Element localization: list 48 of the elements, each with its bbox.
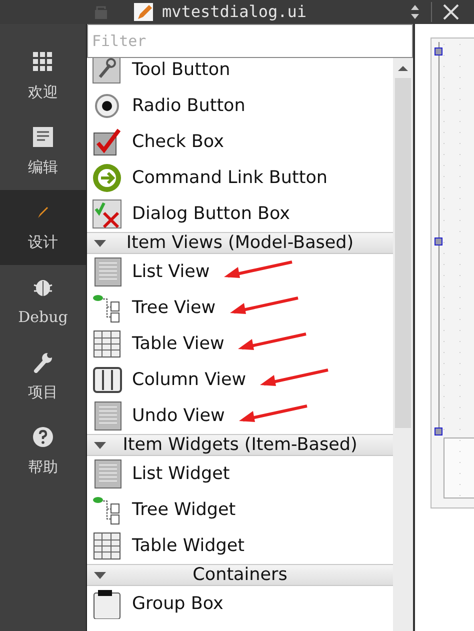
pencil-icon	[134, 2, 154, 22]
collapse-arrow-icon[interactable]	[93, 571, 107, 581]
mode-button[interactable]: 项目	[0, 340, 86, 415]
close-icon[interactable]	[442, 3, 460, 21]
widget-item[interactable]: Tool Button	[132, 58, 230, 84]
checkbox-icon	[92, 127, 122, 157]
mode-button[interactable]: 帮助	[0, 415, 86, 490]
mode-button[interactable]: 欢迎	[0, 40, 86, 115]
widget-item[interactable]: Table View	[132, 330, 224, 358]
widget-item[interactable]: List Widget	[132, 460, 230, 488]
widget-item[interactable]: List View	[132, 258, 210, 286]
list-icon	[92, 459, 122, 489]
document-icon	[32, 126, 54, 148]
radio-icon	[92, 91, 122, 121]
collapse-arrow-icon[interactable]	[93, 239, 107, 249]
list-icon	[92, 401, 122, 431]
widget-item[interactable]: Undo View	[132, 402, 225, 430]
mode-button[interactable]: Debug	[0, 265, 86, 340]
category-header[interactable]: Containers	[87, 564, 393, 586]
filter-field[interactable]: Filter	[87, 24, 413, 58]
widget-item[interactable]: Tree Widget	[132, 496, 236, 524]
widget-item[interactable]: Check Box	[132, 128, 224, 156]
sort-arrows-icon[interactable]	[409, 3, 421, 21]
widget-item[interactable]: Radio Button	[132, 92, 246, 120]
file-title: mvtestdialog.ui	[162, 1, 306, 23]
group-box-icon	[92, 589, 122, 619]
list-icon	[92, 257, 122, 287]
scrollbar[interactable]	[393, 58, 413, 631]
table-icon	[92, 329, 122, 359]
arrow-circle-icon	[92, 163, 122, 193]
mode-button[interactable]: 编辑	[0, 115, 86, 190]
tree-icon	[92, 495, 122, 525]
category-header[interactable]: Item Widgets (Item-Based)	[87, 434, 393, 456]
table-icon	[92, 531, 122, 561]
widget-item[interactable]: Tree View	[132, 294, 216, 322]
widget-item[interactable]: Group Box	[132, 590, 224, 618]
mode-button[interactable]: 设计	[0, 190, 86, 265]
tree-icon	[92, 293, 122, 323]
widget-item[interactable]: Dialog Button Box	[132, 200, 290, 228]
widget-item[interactable]: Command Link Button	[132, 164, 328, 192]
check-cross-icon	[92, 199, 122, 229]
collapse-arrow-icon[interactable]	[93, 441, 107, 451]
category-header[interactable]: Item Views (Model-Based)	[87, 232, 393, 254]
columns-icon	[92, 365, 122, 395]
help-icon	[32, 426, 54, 448]
widget-item[interactable]: Column View	[132, 366, 246, 394]
grid-icon	[32, 51, 54, 74]
widget-item[interactable]: Table Widget	[132, 532, 244, 560]
